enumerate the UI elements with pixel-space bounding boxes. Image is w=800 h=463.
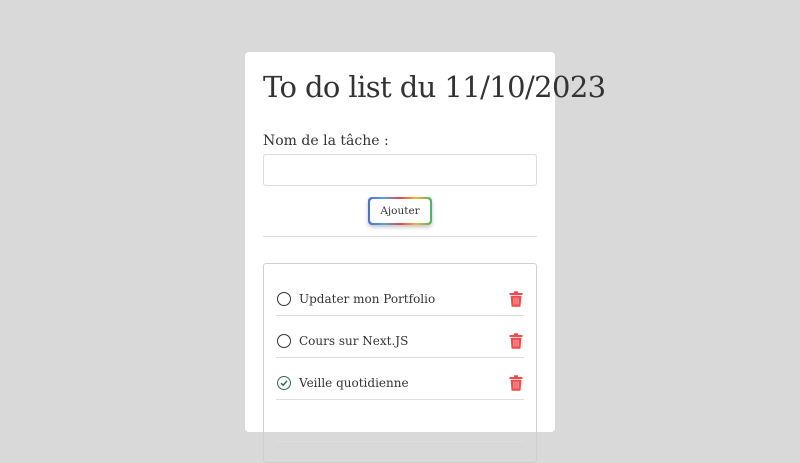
divider (263, 236, 537, 237)
trash-icon[interactable] (509, 374, 523, 391)
add-button-border: Ajouter (368, 197, 432, 225)
todo-card: To do list du 11/10/2023 Nom de la tâche… (245, 52, 606, 463)
task-text: Updater mon Portfolio (299, 291, 436, 306)
trash-icon[interactable] (509, 290, 523, 307)
task-name-input[interactable] (263, 154, 537, 186)
list-item-partial (276, 400, 524, 442)
task-name-label: Nom de la tâche : (263, 133, 389, 149)
circle-checkbox-icon[interactable] (277, 333, 291, 348)
task-text: Cours sur Next.JS (299, 333, 409, 348)
list-item: Cours sur Next.JS (276, 316, 524, 358)
add-button[interactable]: Ajouter (370, 199, 430, 223)
list-item: Updater mon Portfolio (276, 274, 524, 316)
list-item: Veille quotidienne (276, 358, 524, 400)
trash-icon[interactable] (509, 332, 523, 349)
check-circle-icon[interactable] (277, 375, 291, 390)
page-title: To do list du 11/10/2023 (263, 70, 606, 104)
task-list: Updater mon Portfolio Cours sur Next.JS (263, 263, 537, 463)
task-text: Veille quotidienne (299, 375, 409, 390)
circle-checkbox-icon[interactable] (277, 291, 291, 306)
